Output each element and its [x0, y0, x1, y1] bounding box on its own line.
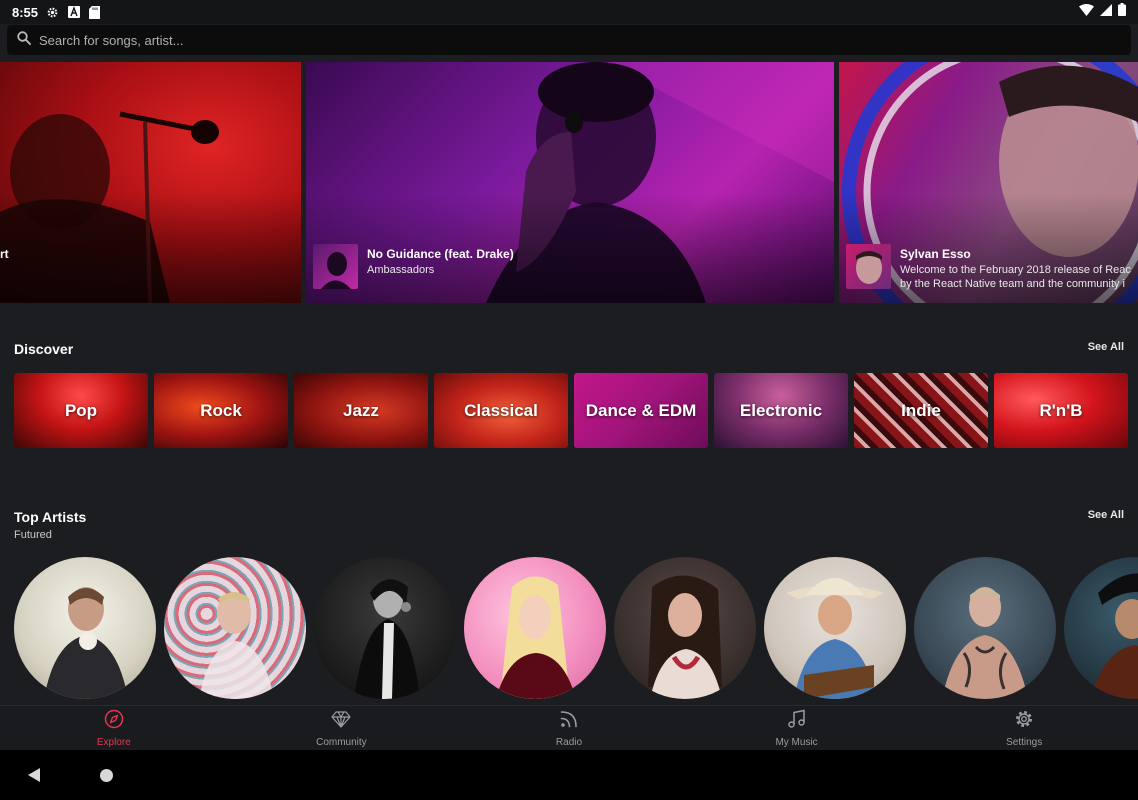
- featured-carousel[interactable]: rt No Guidance (feat. Drake) Ambassadors: [0, 62, 1138, 303]
- artist-avatar[interactable]: [614, 557, 756, 699]
- genre-card-rock[interactable]: Rock: [154, 373, 288, 448]
- bottom-tab-bar: Explore Community Radio My Music Setting…: [0, 705, 1138, 750]
- genre-card-dance-edm[interactable]: Dance & EDM: [574, 373, 708, 448]
- slide-subtitle: Ambassadors: [367, 264, 435, 276]
- status-right: [1079, 3, 1126, 21]
- back-icon[interactable]: [28, 768, 40, 782]
- tab-label: Settings: [1006, 736, 1043, 748]
- slide-subtitle-line2: by the React Native team and the communi…: [900, 278, 1125, 290]
- artist-avatar[interactable]: [914, 557, 1056, 699]
- battery-icon: [1118, 3, 1126, 21]
- tab-settings[interactable]: Settings: [910, 706, 1138, 750]
- artist-avatar[interactable]: [14, 557, 156, 699]
- genre-label: Jazz: [343, 400, 379, 420]
- genre-card-indie[interactable]: Indie: [854, 373, 988, 448]
- signal-icon: [1100, 3, 1112, 21]
- sd-card-icon: [88, 5, 101, 19]
- tab-community[interactable]: Community: [228, 706, 456, 750]
- system-nav-bar: [0, 750, 1138, 800]
- slide-title: Sylvan Esso: [900, 247, 971, 261]
- discover-see-all-link[interactable]: See All: [1088, 341, 1124, 353]
- gear-icon: [46, 6, 59, 19]
- top-artists-subtitle: Futured: [14, 529, 52, 541]
- genre-card-jazz[interactable]: Jazz: [294, 373, 428, 448]
- tab-label: My Music: [775, 736, 818, 748]
- gear-icon: [1014, 709, 1034, 734]
- genre-card-electronic[interactable]: Electronic: [714, 373, 848, 448]
- featured-slide-1[interactable]: rt: [0, 62, 301, 303]
- genre-label: Electronic: [739, 400, 823, 420]
- search-icon: [17, 30, 31, 50]
- genre-label: Rock: [200, 400, 242, 420]
- genre-card-rnb[interactable]: R'n'B: [994, 373, 1128, 448]
- genre-card-classical[interactable]: Classical: [434, 373, 568, 448]
- slide-thumbnail: [313, 244, 358, 289]
- search-bar[interactable]: [7, 25, 1131, 55]
- genre-label: Classical: [464, 400, 538, 420]
- a-box-icon: [67, 6, 80, 19]
- artist-list: [14, 557, 1138, 699]
- status-bar: 8:55: [0, 0, 1138, 24]
- tab-label: Community: [316, 736, 367, 748]
- featured-slide-2[interactable]: No Guidance (feat. Drake) Ambassadors: [306, 62, 834, 303]
- discover-title: Discover: [14, 341, 74, 357]
- genre-list: Pop Rock Jazz Classical Dance & EDM Elec…: [14, 373, 1128, 448]
- wifi-icon: [1079, 3, 1094, 21]
- slide-subtitle: Welcome to the February 2018 release of …: [900, 264, 1131, 276]
- artist-avatar[interactable]: [164, 557, 306, 699]
- slide-title: No Guidance (feat. Drake): [367, 247, 514, 261]
- top-artists-see-all-link[interactable]: See All: [1088, 509, 1124, 521]
- slide-shade: [0, 193, 301, 303]
- genre-card-pop[interactable]: Pop: [14, 373, 148, 448]
- tab-explore[interactable]: Explore: [0, 706, 228, 750]
- genre-label: Dance & EDM: [585, 400, 697, 420]
- featured-slide-3[interactable]: Sylvan Esso Welcome to the February 2018…: [839, 62, 1138, 303]
- music-note-icon: [787, 709, 807, 734]
- diamond-icon: [331, 709, 351, 734]
- top-artists-title: Top Artists: [14, 509, 87, 525]
- artist-avatar[interactable]: [314, 557, 456, 699]
- artist-avatar[interactable]: [1064, 557, 1138, 699]
- artist-avatar[interactable]: [464, 557, 606, 699]
- compass-icon: [104, 709, 124, 734]
- slide-thumbnail: [846, 244, 891, 289]
- tab-label: Radio: [555, 736, 583, 748]
- slide-title: rt: [0, 247, 9, 261]
- search-input[interactable]: [39, 32, 539, 48]
- genre-label: Indie: [901, 400, 941, 420]
- tab-radio[interactable]: Radio: [455, 706, 683, 750]
- genre-label: Pop: [64, 400, 98, 420]
- tab-my-music[interactable]: My Music: [683, 706, 911, 750]
- app-root: 8:55 Search for songs, artist... rt No G…: [0, 0, 1138, 800]
- radio-signal-icon: [559, 709, 579, 734]
- status-time: 8:55: [12, 4, 39, 20]
- home-icon[interactable]: [100, 769, 113, 782]
- artist-avatar[interactable]: [764, 557, 906, 699]
- tab-label: Explore: [96, 736, 131, 748]
- genre-label: R'n'B: [1039, 400, 1083, 420]
